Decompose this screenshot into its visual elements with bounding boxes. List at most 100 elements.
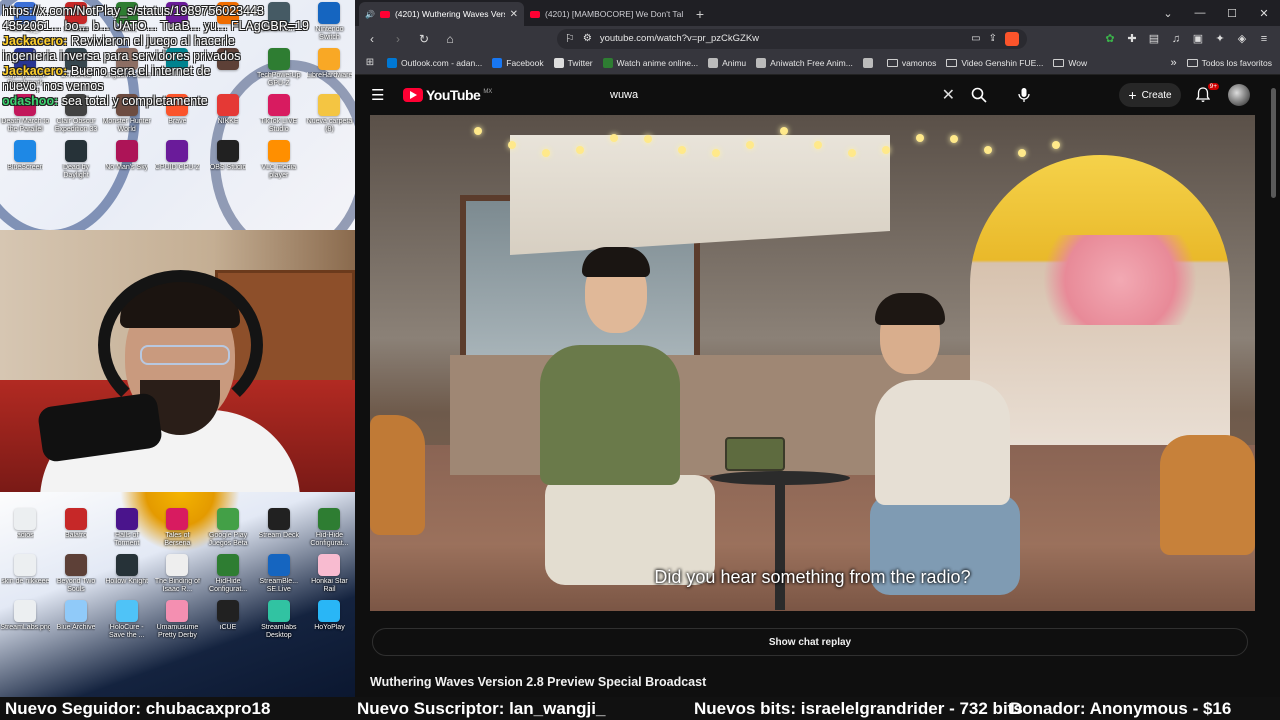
close-window-button[interactable]: ✕: [1248, 0, 1280, 26]
desktop-shortcut[interactable]: StreamLabs.png: [0, 598, 51, 644]
bookmark-item[interactable]: Watch anime online...: [602, 57, 698, 68]
bookmark-item[interactable]: Facebook: [492, 57, 544, 68]
light-bulb: [1052, 140, 1060, 149]
light-bulb: [644, 134, 652, 143]
desktop-shortcut-label: iCUE: [219, 624, 237, 631]
desktop-shortcut[interactable]: adios: [0, 506, 51, 552]
desktop-shortcut[interactable]: BlueScreen: [0, 138, 51, 184]
desktop-shortcut-label: HoYoPlay: [314, 624, 345, 631]
desktop-shortcut[interactable]: Streamlabs Desktop: [253, 598, 304, 644]
desktop-shortcut[interactable]: Umamusume Pretty Derby: [152, 598, 203, 644]
chat-message: Jackacero: Revivieron el juego al hacerl…: [2, 34, 352, 49]
chat-text: ingenieria inversa para servidores priva…: [2, 49, 241, 63]
chat-message: odashoo: sea total y completamente: [2, 94, 352, 109]
youtube-logo[interactable]: YouTube MX: [403, 87, 492, 103]
star-icon[interactable]: ✦: [1210, 29, 1230, 49]
new-tab-button[interactable]: +: [689, 2, 711, 26]
share-icon[interactable]: ⇪: [989, 33, 997, 44]
video-chair-left: [370, 415, 425, 535]
desktop-shortcut[interactable]: No Man's Sky: [101, 138, 152, 184]
desktop-shortcut[interactable]: Blue Archive: [51, 598, 102, 644]
desktop-shortcut[interactable]: Stream Deck: [253, 506, 304, 552]
desktop-shortcut[interactable]: Google Play Juegos Beta: [203, 506, 254, 552]
apps-grid-icon[interactable]: ⊞: [363, 53, 377, 73]
video-player[interactable]: Did you hear something from the radio?: [370, 115, 1255, 611]
desktop-shortcut[interactable]: HidHide Configurat...: [203, 552, 254, 598]
maximize-button[interactable]: ☐: [1216, 0, 1248, 26]
notifications-button[interactable]: 9+: [1191, 83, 1219, 107]
tab-wuthering-waves[interactable]: 🔊 (4201) Wuthering Waves Vers ✕: [359, 2, 524, 26]
video-person1-body: [540, 345, 680, 485]
create-button[interactable]: + Create: [1119, 83, 1181, 107]
desktop-shortcut[interactable]: OBS Studio: [203, 138, 254, 184]
sidebar-icon[interactable]: ▤: [1144, 29, 1164, 49]
chevron-down-icon[interactable]: ⌄: [1152, 0, 1184, 26]
address-bar[interactable]: ⚐ ⚙ youtube.com/watch?v=pr_pzCkGZKw ▭ ⇪: [557, 28, 1027, 49]
desktop-shortcut[interactable]: VLC media player: [253, 138, 304, 184]
url-text[interactable]: youtube.com/watch?v=pr_pzCkGZKw: [600, 33, 963, 44]
music-icon[interactable]: ♫: [1166, 29, 1186, 49]
speaker-icon: 🔊: [365, 9, 375, 19]
chat-message: Jackacero: Bueno sera el internet de: [2, 64, 352, 79]
all-bookmarks-folder[interactable]: Todos los favoritos: [1186, 58, 1272, 68]
leaf-extension-icon[interactable]: ✿: [1100, 29, 1120, 49]
search-button[interactable]: [967, 82, 991, 108]
more-bookmarks-icon[interactable]: »: [1170, 57, 1176, 69]
bookmark-favicon-icon: [756, 57, 767, 68]
wallet-icon[interactable]: ▣: [1188, 29, 1208, 49]
forward-button[interactable]: ›: [387, 29, 409, 49]
desktop-shortcut[interactable]: Halls of Torment: [101, 506, 152, 552]
voice-search-button[interactable]: [1012, 82, 1036, 108]
bookmark-icon[interactable]: ⚐: [565, 32, 575, 45]
bookmark-item[interactable]: [862, 57, 877, 68]
video-chair-right: [1160, 435, 1255, 555]
desktop-shortcut[interactable]: Hollow Knight: [101, 552, 152, 598]
tab-mambocore[interactable]: (4201) [MAMBOCORE] We Don't Talk: [524, 2, 689, 26]
desktop-shortcut[interactable]: Beyond Two Souls: [51, 552, 102, 598]
bookmark-folder[interactable]: Wow: [1053, 58, 1087, 68]
app-icon: [65, 140, 88, 162]
home-button[interactable]: ⌂: [439, 29, 461, 49]
bookmark-item[interactable]: Animu: [708, 57, 746, 68]
puzzle-extensions-icon[interactable]: ✚: [1122, 29, 1142, 49]
reload-button[interactable]: ↻: [413, 29, 435, 49]
cast-icon[interactable]: ▭: [971, 33, 980, 44]
brave-shields-icon[interactable]: [1005, 31, 1019, 46]
desktop-shortcut[interactable]: HoloCure - Save the ...: [101, 598, 152, 644]
desktop-shortcut[interactable]: Honkai Star Rail: [304, 552, 355, 598]
chat-message: 4352061... bo... b... UATO... TuaB... yu…: [2, 19, 352, 34]
desktop-shortcut[interactable]: CPUID CPU-Z: [152, 138, 203, 184]
tab-bar: 🔊 (4201) Wuthering Waves Vers ✕ (4201) […: [355, 0, 1280, 26]
desktop-shortcut[interactable]: StreamBle... SE.Live: [253, 552, 304, 598]
avatar[interactable]: [1228, 84, 1250, 106]
chat-text: nuevo, nos vemos: [2, 79, 104, 93]
menu-icon[interactable]: ≡: [1254, 29, 1274, 49]
bookmark-item[interactable]: Aniwatch Free Anim...: [756, 57, 853, 68]
clear-search-icon[interactable]: ✕: [942, 85, 955, 105]
light-bulb: [576, 145, 584, 154]
bookmark-folder[interactable]: vamonos: [886, 58, 936, 68]
bookmark-item[interactable]: Twitter: [553, 57, 593, 68]
desktop-shortcut[interactable]: Balatro: [51, 506, 102, 552]
scrollbar[interactable]: [1271, 88, 1276, 198]
desktop-shortcut[interactable]: Dead by Daylight: [51, 138, 102, 184]
bookmark-item[interactable]: Outlook.com - adan...: [387, 57, 482, 68]
desktop-shortcut[interactable]: Hid-Hide Configurat...: [304, 506, 355, 552]
show-chat-replay-button[interactable]: Show chat replay: [372, 628, 1248, 656]
bookmark-folder[interactable]: Video Genshin FUE...: [946, 58, 1043, 68]
desktop-shortcut[interactable]: Tales of Berseria: [152, 506, 203, 552]
desktop-shortcut[interactable]: The Binding of Isaac R...: [152, 552, 203, 598]
back-button[interactable]: ‹: [361, 29, 383, 49]
desktop-shortcut[interactable]: skin de nikkeee: [0, 552, 51, 598]
desktop-shortcut[interactable]: HoYoPlay: [304, 598, 355, 644]
desktop-shortcut[interactable]: iCUE: [203, 598, 254, 644]
vpn-icon[interactable]: ◈: [1232, 29, 1252, 49]
site-info-icon[interactable]: ⚙: [583, 33, 592, 44]
minimize-button[interactable]: —: [1184, 0, 1216, 26]
video-table: [710, 471, 850, 485]
close-tab-icon[interactable]: ✕: [510, 9, 518, 20]
hamburger-menu-icon[interactable]: ☰: [371, 86, 387, 104]
desktop-shortcut-label: BlueScreen: [7, 164, 44, 171]
bookmark-favicon-icon: [862, 57, 873, 68]
search-input[interactable]: wuwa ✕: [600, 81, 965, 109]
